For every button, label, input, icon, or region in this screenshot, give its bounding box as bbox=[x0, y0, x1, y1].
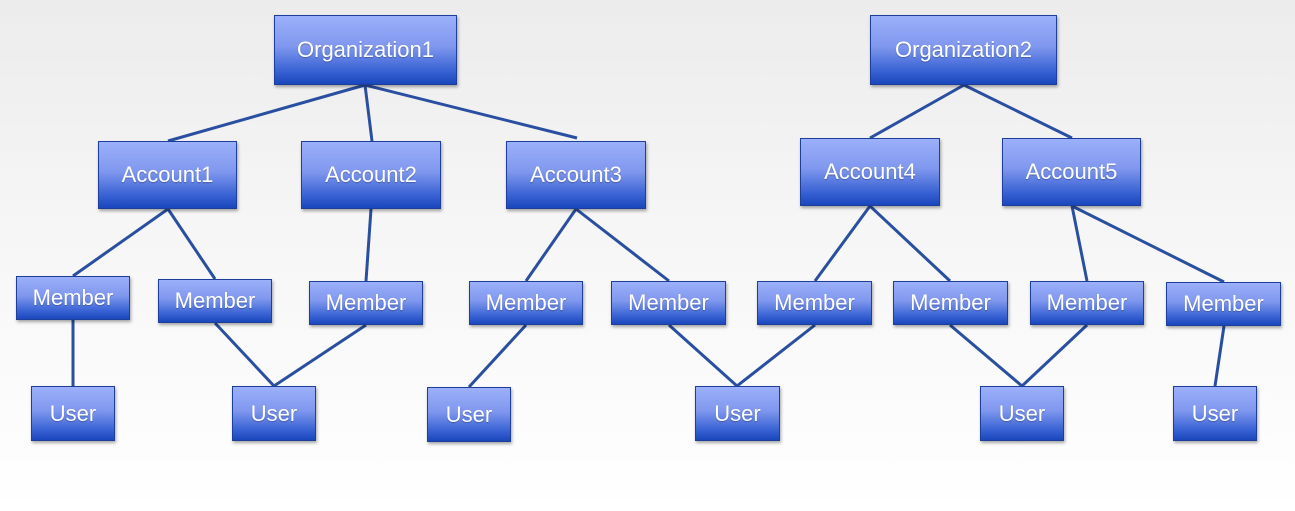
node-m3: Member bbox=[309, 281, 423, 325]
edge-org2-acc4 bbox=[869, 83, 965, 140]
node-u1: User bbox=[31, 386, 115, 441]
node-org2: Organization2 bbox=[870, 15, 1057, 85]
node-m1: Member bbox=[16, 276, 130, 320]
edge-org1-acc1 bbox=[167, 83, 366, 143]
node-acc4: Account4 bbox=[800, 138, 940, 206]
node-u3: User bbox=[427, 387, 511, 442]
edge-m3-u2 bbox=[273, 323, 367, 388]
node-u6: User bbox=[1173, 386, 1257, 441]
node-m5: Member bbox=[611, 281, 726, 325]
edge-acc3-m5 bbox=[575, 207, 670, 283]
edge-acc1-m2 bbox=[166, 208, 217, 280]
node-org1: Organization1 bbox=[274, 15, 457, 85]
node-m4: Member bbox=[469, 281, 583, 325]
edge-acc4-m7 bbox=[868, 204, 952, 283]
edge-acc5-m9 bbox=[1071, 204, 1225, 284]
edge-m4-u3 bbox=[467, 323, 528, 389]
node-m8: Member bbox=[1030, 281, 1144, 325]
edge-acc5-m8 bbox=[1070, 205, 1089, 282]
node-m7: Member bbox=[893, 281, 1008, 325]
edge-acc1-m1 bbox=[72, 207, 169, 278]
edge-m9-u6 bbox=[1213, 325, 1226, 387]
edge-acc4-m6 bbox=[813, 205, 872, 282]
node-acc1: Account1 bbox=[98, 141, 237, 209]
edge-m6-u4 bbox=[736, 323, 816, 388]
node-acc5: Account5 bbox=[1002, 138, 1141, 206]
edge-m2-u2 bbox=[213, 321, 276, 388]
node-acc2: Account2 bbox=[301, 141, 441, 209]
edge-m7-u5 bbox=[949, 323, 1023, 388]
node-u4: User bbox=[695, 386, 780, 441]
diagram-edges bbox=[71, 83, 1226, 389]
node-m2: Member bbox=[158, 279, 272, 323]
node-m9: Member bbox=[1166, 282, 1281, 326]
node-u5: User bbox=[980, 386, 1064, 441]
edge-m8-u5 bbox=[1020, 323, 1089, 388]
edge-m5-u4 bbox=[667, 323, 739, 388]
node-acc3: Account3 bbox=[506, 141, 646, 209]
edge-org1-acc3 bbox=[364, 83, 578, 140]
node-u2: User bbox=[232, 386, 316, 441]
edge-acc3-m4 bbox=[524, 208, 578, 282]
edge-org2-acc5 bbox=[963, 83, 1073, 140]
edge-org1-acc2 bbox=[363, 84, 374, 142]
edge-acc2-m3 bbox=[364, 208, 373, 282]
node-m6: Member bbox=[757, 281, 872, 325]
